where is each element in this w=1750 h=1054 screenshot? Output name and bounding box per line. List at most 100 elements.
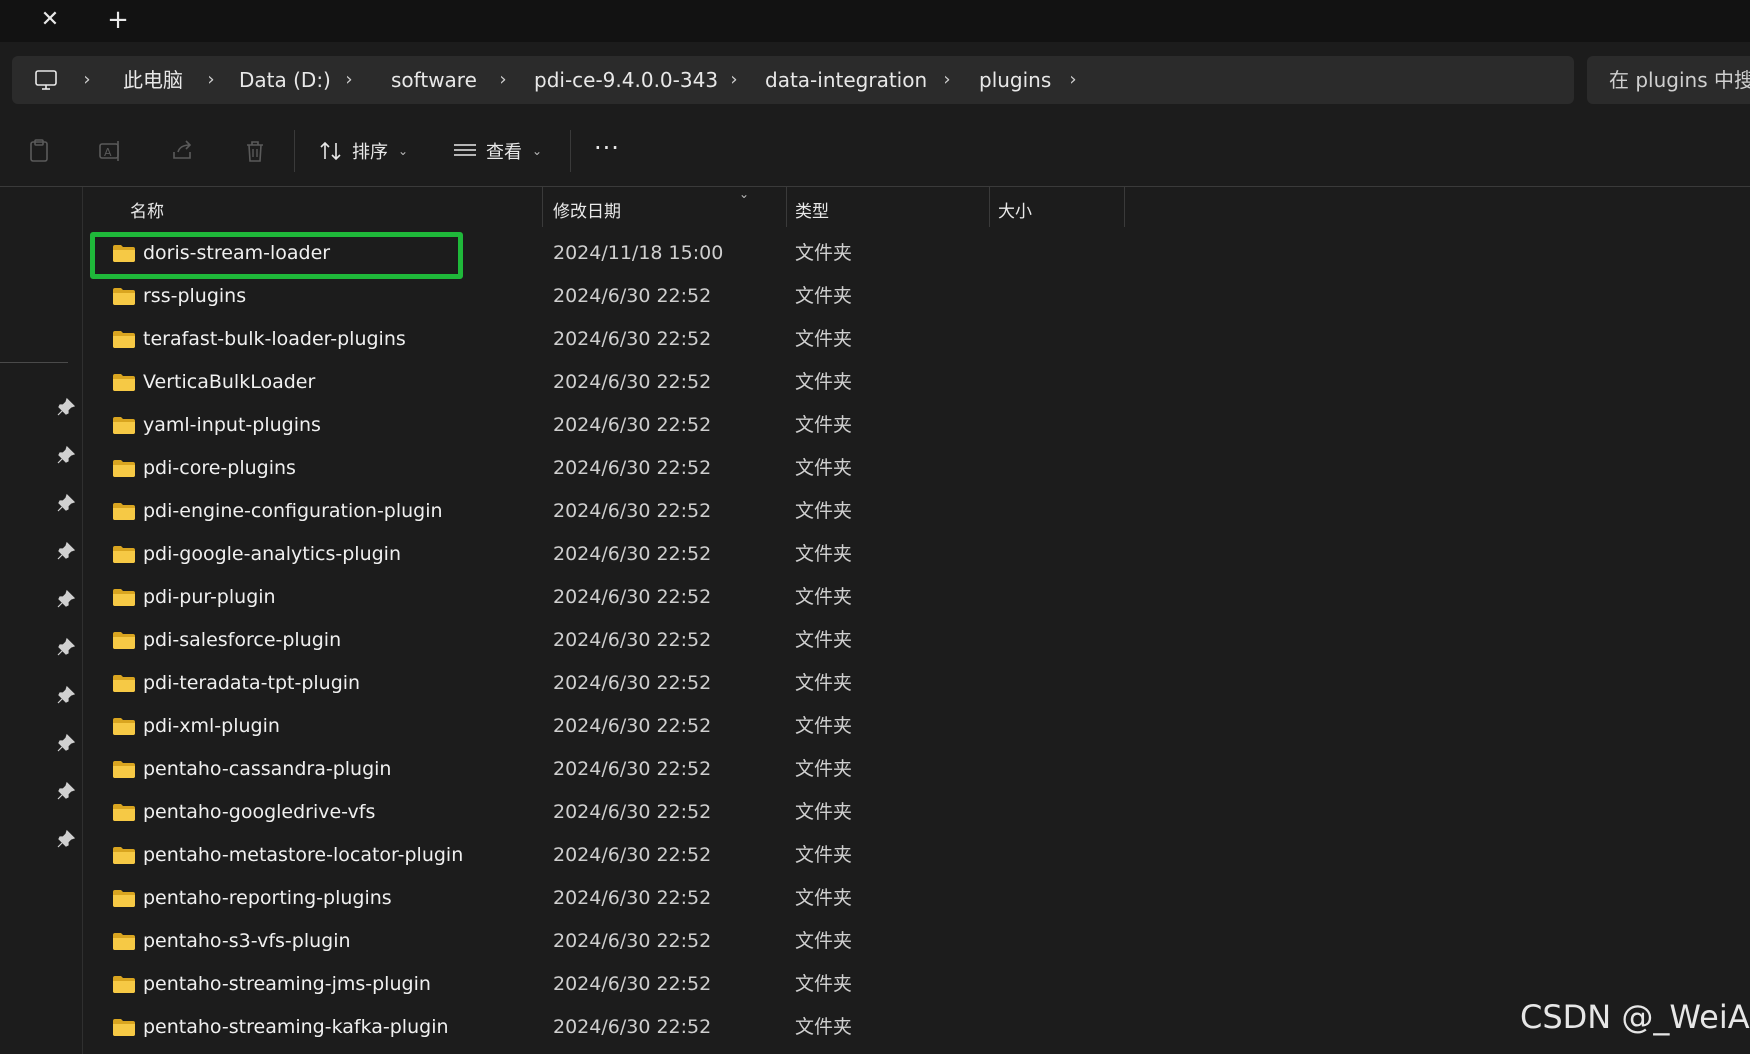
file-row[interactable]: pentaho-streaming-kafka-plugin 2024/6/30 … (83, 1006, 1750, 1049)
file-row[interactable]: VerticaBulkLoader 2024/6/30 22:52 文件夹 (83, 361, 1750, 404)
view-button[interactable]: 查看 ⌄ (452, 134, 542, 168)
column-divider[interactable] (786, 187, 787, 227)
share-icon[interactable] (170, 138, 196, 164)
file-name[interactable]: pentaho-streaming-jms-plugin (143, 972, 431, 996)
breadcrumb-data-drive[interactable]: Data (D:) (239, 68, 331, 92)
pin-icon[interactable] (56, 397, 76, 417)
file-row[interactable]: pdi-xml-plugin 2024/6/30 22:52 文件夹 (83, 705, 1750, 748)
pin-icon[interactable] (56, 829, 76, 849)
file-name[interactable]: pdi-engine-configuration-plugin (143, 499, 443, 523)
column-header-date[interactable]: 修改日期 (553, 197, 621, 222)
breadcrumb-chevron-icon[interactable]: › (496, 68, 510, 92)
breadcrumb-this-pc[interactable]: 此电脑 (123, 68, 183, 92)
file-row[interactable]: pdi-salesforce-plugin 2024/6/30 22:52 文件夹 (83, 619, 1750, 662)
pin-icon[interactable] (56, 589, 76, 609)
address-bar[interactable]: › 此电脑 › Data (D:) › software › pdi-ce-9.… (12, 56, 1574, 104)
file-type: 文件夹 (795, 457, 853, 479)
file-name[interactable]: terafast-bulk-loader-plugins (143, 327, 406, 351)
folder-icon (113, 933, 135, 950)
file-name[interactable]: pdi-pur-plugin (143, 585, 276, 609)
pin-icon[interactable] (56, 733, 76, 753)
file-name[interactable]: pdi-xml-plugin (143, 714, 280, 738)
delete-icon[interactable] (242, 138, 268, 164)
file-name[interactable]: pentaho-streaming-kafka-plugin (143, 1015, 449, 1039)
file-name[interactable]: pdi-google-analytics-plugin (143, 542, 401, 566)
pin-icon[interactable] (56, 541, 76, 561)
folder-icon (113, 632, 135, 649)
file-type: 文件夹 (795, 844, 853, 866)
breadcrumb-plugins[interactable]: plugins (979, 68, 1051, 92)
file-type: 文件夹 (795, 930, 853, 952)
file-date: 2024/6/30 22:52 (553, 758, 712, 780)
file-row[interactable]: pdi-teradata-tpt-plugin 2024/6/30 22:52 文件… (83, 662, 1750, 705)
view-label: 查看 (486, 142, 522, 163)
folder-icon (113, 1019, 135, 1036)
breadcrumb-chevron-icon[interactable]: › (1066, 68, 1080, 92)
paste-icon[interactable] (26, 138, 52, 164)
more-options-button[interactable]: ··· (592, 136, 622, 164)
file-name[interactable]: pdi-core-plugins (143, 456, 296, 480)
breadcrumb-chevron-icon[interactable]: › (342, 68, 356, 92)
breadcrumb-chevron-icon[interactable]: › (204, 68, 218, 92)
file-name[interactable]: pentaho-reporting-plugins (143, 886, 392, 910)
column-divider[interactable] (542, 187, 543, 227)
file-row[interactable]: pentaho-cassandra-plugin 2024/6/30 22:52 文… (83, 748, 1750, 791)
pin-icon[interactable] (56, 637, 76, 657)
file-name[interactable]: pdi-salesforce-plugin (143, 628, 341, 652)
breadcrumb-chevron-icon[interactable]: › (727, 68, 741, 92)
file-row[interactable]: pdi-pur-plugin 2024/6/30 22:52 文件夹 (83, 576, 1750, 619)
file-row[interactable]: rss-plugins 2024/6/30 22:52 文件夹 (83, 275, 1750, 318)
new-tab-button[interactable]: + (98, 4, 138, 36)
file-name[interactable]: pdi-teradata-tpt-plugin (143, 671, 360, 695)
file-row[interactable]: pdi-core-plugins 2024/6/30 22:52 文件夹 (83, 447, 1750, 490)
file-row[interactable]: yaml-input-plugins 2024/6/30 22:52 文件夹 (83, 404, 1750, 447)
file-date: 2024/6/30 22:52 (553, 586, 712, 608)
column-divider[interactable] (1124, 187, 1125, 227)
this-pc-icon[interactable] (34, 68, 58, 92)
breadcrumb-data-integration[interactable]: data-integration (765, 68, 927, 92)
file-date: 2024/6/30 22:52 (553, 1016, 712, 1038)
column-divider[interactable] (989, 187, 990, 227)
column-header-type[interactable]: 类型 (795, 197, 829, 222)
file-row[interactable]: pdi-engine-configuration-plugin 2024/6/30… (83, 490, 1750, 533)
search-box[interactable]: 在 plugins 中搜 (1587, 56, 1750, 104)
file-type: 文件夹 (795, 414, 853, 436)
pin-icon[interactable] (56, 781, 76, 801)
file-name[interactable]: pentaho-s3-vfs-plugin (143, 929, 351, 953)
tab-strip: ✕ + (0, 0, 1750, 42)
chevron-down-icon: ⌄ (398, 144, 409, 158)
file-name[interactable]: yaml-input-plugins (143, 413, 321, 437)
file-type: 文件夹 (795, 629, 853, 651)
breadcrumb-pdi-ce[interactable]: pdi-ce-9.4.0.0-343 (534, 68, 718, 92)
file-row[interactable]: pdi-google-analytics-plugin 2024/6/30 22:… (83, 533, 1750, 576)
file-row[interactable]: pentaho-s3-vfs-plugin 2024/6/30 22:52 文件夹 (83, 920, 1750, 963)
sort-icon (320, 141, 341, 161)
file-row[interactable]: pentaho-metastore-locator-plugin 2024/6/3… (83, 834, 1750, 877)
file-row[interactable]: pentaho-reporting-plugins 2024/6/30 22:52… (83, 877, 1750, 920)
file-type: 文件夹 (795, 715, 853, 737)
pin-icon[interactable] (56, 493, 76, 513)
file-name[interactable]: pentaho-cassandra-plugin (143, 757, 391, 781)
file-row[interactable]: pentaho-googledrive-vfs 2024/6/30 22:52 文件… (83, 791, 1750, 834)
close-tab-button[interactable]: ✕ (30, 4, 70, 36)
breadcrumb-software[interactable]: software (391, 68, 477, 92)
file-row[interactable]: doris-stream-loader 2024/11/18 15:00 文件夹 (83, 232, 1750, 279)
file-name[interactable]: VerticaBulkLoader (143, 370, 315, 394)
pin-icon[interactable] (56, 685, 76, 705)
breadcrumb-chevron-icon[interactable]: › (940, 68, 954, 92)
file-row[interactable]: pentaho-streaming-jms-plugin 2024/6/30 22… (83, 963, 1750, 1006)
breadcrumb-chevron-icon[interactable]: › (80, 68, 94, 92)
folder-icon (113, 804, 135, 821)
file-type: 文件夹 (795, 500, 853, 522)
sort-button[interactable]: 排序 ⌄ (318, 134, 408, 168)
file-name[interactable]: rss-plugins (143, 284, 246, 308)
command-bar: A 排序 ⌄ 查看 ⌄ ··· (0, 116, 1750, 187)
file-name[interactable]: pentaho-googledrive-vfs (143, 800, 375, 824)
column-header-name[interactable]: 名称 (130, 197, 164, 222)
column-header-size[interactable]: 大小 (998, 197, 1032, 222)
file-row[interactable]: terafast-bulk-loader-plugins 2024/6/30 22… (83, 318, 1750, 361)
file-name[interactable]: pentaho-metastore-locator-plugin (143, 843, 463, 867)
pin-icon[interactable] (56, 445, 76, 465)
rename-icon[interactable]: A (97, 138, 123, 164)
file-name[interactable]: doris-stream-loader (143, 241, 330, 265)
